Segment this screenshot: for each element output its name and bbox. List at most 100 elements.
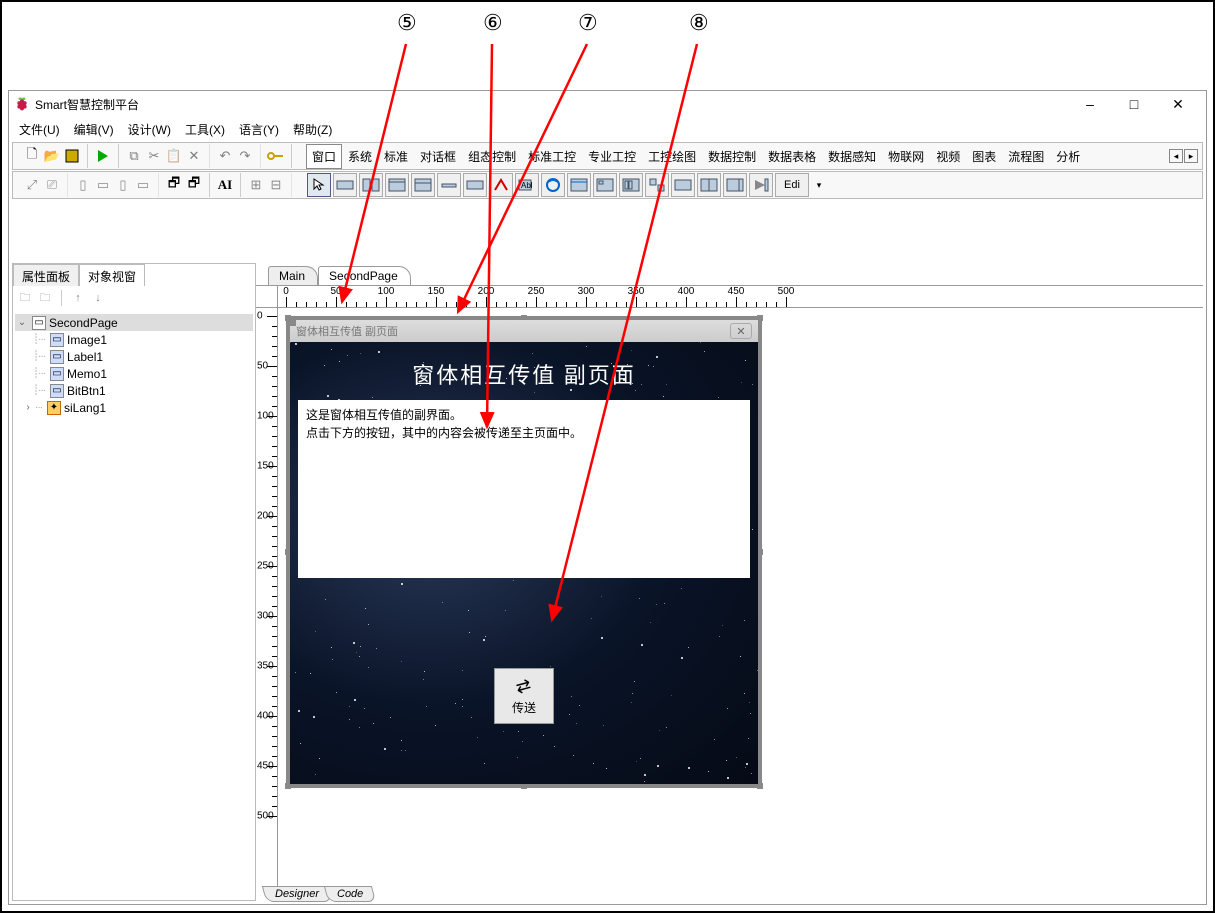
menu-help[interactable]: 帮助(Z)	[287, 119, 338, 140]
svg-text:Abl: Abl	[521, 181, 533, 190]
text-icon[interactable]: AI	[216, 176, 234, 194]
tree-node-label1[interactable]: ┊···▭Label1	[15, 348, 253, 365]
tab-object-tree[interactable]: 对象视窗	[79, 264, 145, 286]
new-icon[interactable]: 🗋	[23, 147, 41, 165]
tree-node-image1[interactable]: ┊···▭Image1	[15, 331, 253, 348]
palette-comp-9[interactable]	[541, 173, 565, 197]
palette-comp-3[interactable]	[385, 173, 409, 197]
send-back-icon[interactable]: 🗗	[185, 176, 203, 194]
palette-tab-flowchart[interactable]: 流程图	[1002, 144, 1050, 169]
key-icon[interactable]	[267, 147, 285, 165]
align-right-icon[interactable]: ▯	[114, 176, 132, 194]
palette-tab-stdindust[interactable]: 标准工控	[522, 144, 582, 169]
copy-icon[interactable]: ⧉	[125, 147, 143, 165]
palette-comp-edit[interactable]: Edi	[775, 173, 809, 197]
palette-comp-14[interactable]	[671, 173, 695, 197]
palette-tab-analysis[interactable]: 分析	[1050, 144, 1086, 169]
palette-dropdown-icon[interactable]: ▾	[810, 176, 828, 194]
tab-code[interactable]: Code	[324, 886, 377, 902]
palette-tab-industdraw[interactable]: 工控绘图	[642, 144, 702, 169]
titlebar: Smart智慧控制平台 – □ ✕	[9, 91, 1206, 117]
palette-tab-standard[interactable]: 标准	[378, 144, 414, 169]
open-icon[interactable]: 📂	[43, 147, 61, 165]
paste-icon[interactable]: 📋	[165, 147, 183, 165]
app-window: Smart智慧控制平台 – □ ✕ 文件(U) 编辑(V) 设计(W) 工具(X…	[8, 90, 1207, 905]
palette-comp-2[interactable]	[359, 173, 383, 197]
palette-comp-1[interactable]	[333, 173, 357, 197]
ruler-corner	[256, 286, 278, 308]
palette-scroll-left[interactable]: ◂	[1169, 149, 1183, 163]
palette-comp-12[interactable]	[619, 173, 643, 197]
align-top-icon[interactable]: ▭	[134, 176, 152, 194]
palette-comp-8[interactable]: Abl	[515, 173, 539, 197]
tree-tool-1-icon[interactable]: 🗀	[17, 290, 33, 306]
close-button[interactable]: ✕	[1156, 91, 1200, 117]
palette-comp-16[interactable]	[723, 173, 747, 197]
tree-node-silang1[interactable]: ›···✦siLang1	[15, 399, 253, 416]
palette-tab-system[interactable]: 系统	[342, 144, 378, 169]
align-left-icon[interactable]: ▯	[74, 176, 92, 194]
maximize-button[interactable]: □	[1112, 91, 1156, 117]
page-tab-secondpage[interactable]: SecondPage	[318, 266, 411, 285]
tab-designer[interactable]: Designer	[262, 886, 332, 902]
tree-node-memo1[interactable]: ┊···▭Memo1	[15, 365, 253, 382]
form-secondpage[interactable]: 窗体相互传值 副页面 ✕ 窗体相互传值 副页面 这是窗体相互传值的副界面。	[286, 316, 762, 788]
menu-language[interactable]: 语言(Y)	[233, 119, 285, 140]
tab-properties[interactable]: 属性面板	[13, 264, 79, 286]
form-close-icon[interactable]: ✕	[730, 323, 752, 339]
save-icon[interactable]	[63, 147, 81, 165]
menu-tools[interactable]: 工具(X)	[179, 119, 231, 140]
palette-pointer-icon[interactable]	[307, 173, 331, 197]
menu-edit[interactable]: 编辑(V)	[68, 119, 120, 140]
align-hcenter-icon[interactable]: ▭	[94, 176, 112, 194]
palette-tab-proindust[interactable]: 专业工控	[582, 144, 642, 169]
object-tree-toolbar: 🗀 🗀 ↑ ↓	[13, 286, 255, 310]
design-canvas[interactable]: 窗体相互传值 副页面 ✕ 窗体相互传值 副页面 这是窗体相互传值的副界面。	[278, 308, 1203, 901]
palette-comp-17[interactable]	[749, 173, 773, 197]
palette-comp-6[interactable]	[463, 173, 487, 197]
palette-tab-dialog[interactable]: 对话框	[414, 144, 462, 169]
undo-icon[interactable]: ↶	[216, 147, 234, 165]
ungroup-icon[interactable]: ⊟	[267, 176, 285, 194]
tree-up-icon[interactable]: ↑	[70, 290, 86, 306]
palette-scroll-right[interactable]: ▸	[1184, 149, 1198, 163]
cut-icon[interactable]: ✂	[145, 147, 163, 165]
tree-down-icon[interactable]: ↓	[90, 290, 106, 306]
send-button[interactable]: ⇄ 传送	[494, 668, 554, 724]
palette-comp-15[interactable]	[697, 173, 721, 197]
palette-tab-datacontrol[interactable]: 数据控制	[702, 144, 762, 169]
run-icon[interactable]	[94, 147, 112, 165]
palette-comp-5[interactable]	[437, 173, 461, 197]
palette-tab-window[interactable]: 窗口	[306, 144, 342, 169]
redo-icon[interactable]: ↷	[236, 147, 254, 165]
page-tab-main[interactable]: Main	[268, 266, 318, 285]
palette-tab-iot[interactable]: 物联网	[882, 144, 930, 169]
vertical-ruler: 050100150200250300350400450500	[256, 308, 278, 901]
group-icon[interactable]: ⊞	[247, 176, 265, 194]
palette-tab-video[interactable]: 视频	[930, 144, 966, 169]
design-surface[interactable]: 050100150200250300350400450500 050100150…	[256, 285, 1203, 901]
page-tabs: Main SecondPage	[256, 263, 1203, 285]
menu-design[interactable]: 设计(W)	[122, 119, 177, 140]
menu-file[interactable]: 文件(U)	[13, 119, 66, 140]
palette-tab-datatable[interactable]: 数据表格	[762, 144, 822, 169]
palette-comp-13[interactable]	[645, 173, 669, 197]
palette-comp-7[interactable]	[489, 173, 513, 197]
palette-tab-chart[interactable]: 图表	[966, 144, 1002, 169]
form-titlebar: 窗体相互传值 副页面 ✕	[290, 320, 758, 342]
palette-tab-configcontrol[interactable]: 组态控制	[462, 144, 522, 169]
align-icon-1[interactable]: ⤢	[23, 176, 41, 194]
tree-node-root[interactable]: ⌄ ▭ SecondPage	[15, 314, 253, 331]
object-tree: ⌄ ▭ SecondPage ┊···▭Image1 ┊···▭Label1 ┊…	[13, 310, 255, 900]
delete-icon[interactable]: ✕	[185, 147, 203, 165]
component-palette-tabs: 窗口 系统 标准 对话框 组态控制 标准工控 专业工控 工控绘图 数据控制 数据…	[306, 144, 1169, 169]
palette-comp-11[interactable]	[593, 173, 617, 197]
align-icon-2[interactable]: ⎚	[43, 176, 61, 194]
tree-node-bitbtn1[interactable]: ┊···▭BitBtn1	[15, 382, 253, 399]
bring-front-icon[interactable]: 🗗	[165, 176, 183, 194]
tree-tool-2-icon[interactable]: 🗀	[37, 290, 53, 306]
palette-comp-4[interactable]	[411, 173, 435, 197]
minimize-button[interactable]: –	[1068, 91, 1112, 117]
palette-comp-10[interactable]	[567, 173, 591, 197]
palette-tab-datasense[interactable]: 数据感知	[822, 144, 882, 169]
